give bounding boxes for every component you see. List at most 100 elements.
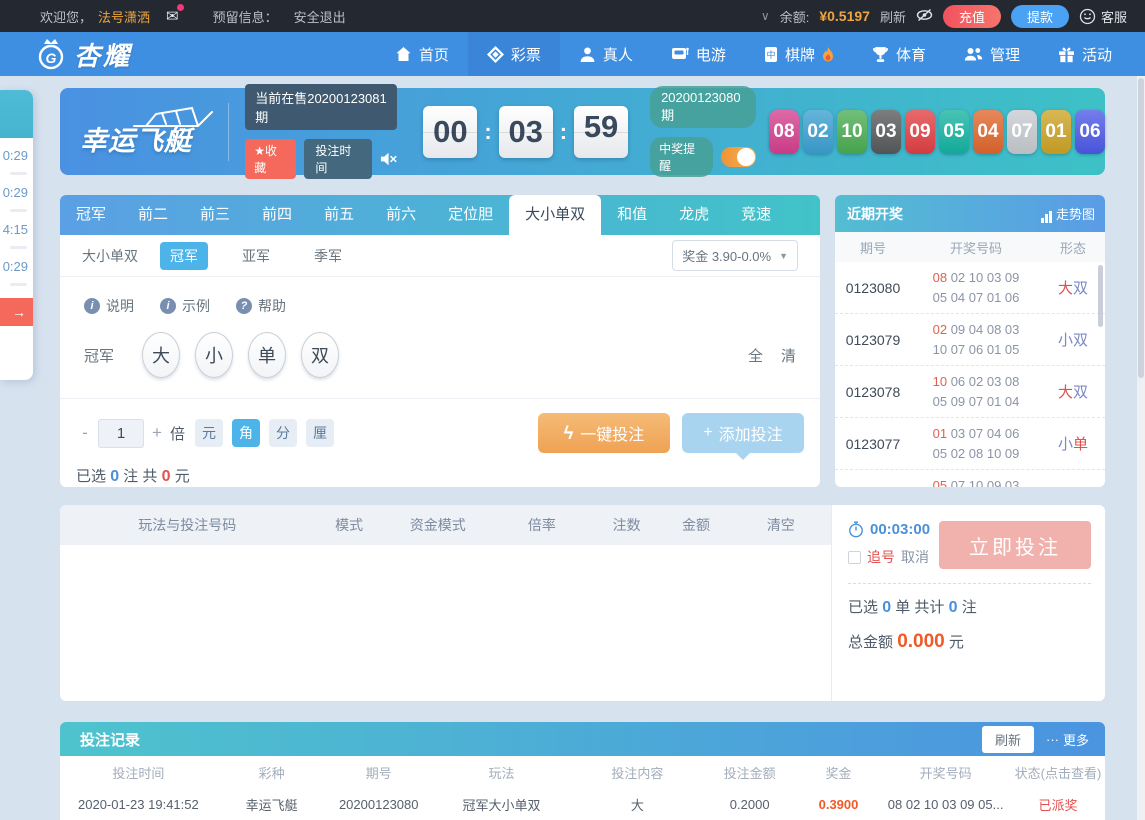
- username: 法号潇洒: [98, 7, 150, 26]
- countdown-time: 0:29: [0, 185, 33, 200]
- tab-guanjun[interactable]: 冠军: [60, 195, 122, 235]
- unit-fen[interactable]: 分: [269, 419, 297, 447]
- add-bet-button[interactable]: + 添加投注: [682, 413, 804, 453]
- eye-off-icon[interactable]: [916, 8, 933, 25]
- scrollbar-thumb[interactable]: [1138, 78, 1144, 378]
- tab-qian3[interactable]: 前三: [184, 195, 246, 235]
- result-ball: 07: [1007, 110, 1037, 154]
- select-all-button[interactable]: 全: [748, 345, 763, 366]
- record-game: 幸运飞艇: [217, 795, 327, 814]
- colon: :: [484, 119, 491, 145]
- quick-panel-item[interactable]: 4:15: [0, 212, 33, 249]
- tab-qian5[interactable]: 前五: [308, 195, 370, 235]
- tab-qian6[interactable]: 前六: [370, 195, 432, 235]
- position-champion[interactable]: 冠军: [160, 242, 208, 270]
- bet-slip-card: 玩法与投注号码 模式 资金模式 倍率 注数 金额 清空 00:03:00: [60, 505, 1105, 701]
- tab-qian4[interactable]: 前四: [246, 195, 308, 235]
- help-example[interactable]: i 示例: [160, 296, 210, 316]
- help-explain[interactable]: i 说明: [84, 296, 134, 316]
- home-icon: [395, 46, 412, 62]
- reserved-info-label: 预留信息：: [213, 7, 278, 26]
- option-odd[interactable]: 单: [248, 332, 286, 378]
- betting-card: 冠军 前二 前三 前四 前五 前六 定位胆 大小单双 和值 龙虎 竞速 大小单双…: [60, 195, 820, 487]
- panel-scrollbar[interactable]: [1098, 265, 1103, 327]
- countdown-flipclock: 00 : 03 : 59: [423, 106, 628, 158]
- records-refresh-button[interactable]: 刷新: [982, 726, 1034, 753]
- nav-item-lottery[interactable]: 彩票: [468, 32, 560, 76]
- favorite-button[interactable]: ★收藏: [245, 139, 296, 179]
- gift-icon: [1058, 46, 1075, 63]
- page-scrollbar[interactable]: [1137, 76, 1145, 820]
- result-ball: 02: [803, 110, 833, 154]
- quick-panel-item[interactable]: 0:29: [0, 249, 33, 286]
- mail-icon[interactable]: ✉: [166, 7, 179, 25]
- tab-longhu[interactable]: 龙虎: [663, 195, 725, 235]
- position-runnerup[interactable]: 亚军: [232, 242, 280, 270]
- quick-bet-button[interactable]: ϟ 一键投注: [538, 413, 670, 453]
- nav-item-promos[interactable]: 活动: [1039, 32, 1131, 76]
- record-status[interactable]: 已派奖: [1011, 795, 1105, 814]
- brand-logo[interactable]: G 杏耀: [34, 36, 132, 73]
- trend-chart-link[interactable]: 走势图: [1041, 204, 1095, 223]
- bonus-select[interactable]: 奖金 3.90-0.0% ▼: [672, 240, 798, 271]
- clear-button[interactable]: 清: [781, 345, 796, 366]
- unit-li[interactable]: 厘: [306, 419, 334, 447]
- panel-summary: 已选 0 单 共计 0 注: [848, 596, 1091, 617]
- pattern: 小双: [1041, 329, 1105, 350]
- mail-notification-dot: [177, 4, 184, 11]
- recent-draws-card: 近期开奖 走势图 期号 开奖号码 形态 0123080 08 02 10 03 …: [835, 195, 1105, 487]
- customer-service[interactable]: 客服: [1079, 7, 1127, 26]
- cancel-link[interactable]: 取消: [901, 547, 929, 567]
- countdown-minutes: 03: [499, 106, 553, 158]
- game-name: 幸运飞艇: [80, 119, 192, 158]
- unit-yuan[interactable]: 元: [195, 419, 223, 447]
- tab-hezhi[interactable]: 和值: [601, 195, 663, 235]
- nav-item-sports[interactable]: 体育: [853, 32, 945, 76]
- person-icon: [579, 46, 596, 63]
- option-even[interactable]: 双: [301, 332, 339, 378]
- quick-panel-item[interactable]: 0:29: [0, 175, 33, 212]
- option-small[interactable]: 小: [195, 332, 233, 378]
- record-content: 大: [572, 795, 703, 814]
- speaker-muted-icon[interactable]: [380, 151, 397, 167]
- tab-dingweidan[interactable]: 定位胆: [432, 195, 509, 235]
- service-label: 客服: [1101, 7, 1127, 26]
- recent-draws-list[interactable]: 0123080 08 02 10 03 09 05 04 07 01 06 大双…: [835, 262, 1105, 487]
- win-remind-toggle[interactable]: [721, 147, 756, 167]
- multiplier-minus[interactable]: -: [76, 423, 94, 443]
- refresh-balance-link[interactable]: 刷新: [880, 7, 906, 26]
- record-row[interactable]: 2020-01-23 19:41:52 幸运飞艇 20200123080 冠军大…: [60, 789, 1105, 820]
- nav-item-egames[interactable]: 电游: [652, 32, 745, 76]
- position-third[interactable]: 季军: [304, 242, 352, 270]
- recharge-button[interactable]: 充值: [943, 5, 1001, 28]
- chevron-down-icon[interactable]: ∨: [761, 9, 770, 23]
- multiplier-plus[interactable]: +: [148, 423, 166, 443]
- slot-machine-icon: [671, 46, 689, 62]
- tab-daxiaodanshuang[interactable]: 大小单双: [509, 195, 601, 235]
- help-help[interactable]: ? 帮助: [236, 296, 286, 316]
- logout-link[interactable]: 安全退出: [294, 7, 346, 26]
- lottery-quick-panel[interactable]: 0:29 0:29 4:15 0:29 →: [0, 90, 33, 380]
- chase-label[interactable]: 追号: [867, 547, 895, 567]
- nav-item-admin[interactable]: 管理: [945, 32, 1039, 76]
- topbar: 欢迎您， 法号潇洒 ✉ 预留信息： 安全退出 ∨ 余额: ¥0.5197 刷新 …: [0, 0, 1145, 32]
- unit-jiao[interactable]: 角: [232, 419, 260, 447]
- chase-checkbox[interactable]: [848, 551, 861, 564]
- option-big[interactable]: 大: [142, 332, 180, 378]
- bet-controls: - + 倍 元 角 分 厘 ϟ 一键投注 + 添加投注: [60, 398, 820, 453]
- hot-flame-icon: [822, 47, 834, 62]
- multiplier-input[interactable]: [98, 419, 144, 448]
- withdraw-button[interactable]: 提款: [1011, 5, 1069, 28]
- countdown-time: 0:29: [0, 148, 33, 163]
- tab-qian2[interactable]: 前二: [122, 195, 184, 235]
- panel-expand-button[interactable]: →: [0, 298, 33, 326]
- tab-jingsu[interactable]: 竞速: [725, 195, 787, 235]
- group-label: 大小单双: [82, 246, 138, 266]
- quick-panel-item[interactable]: 0:29: [0, 138, 33, 175]
- nav-item-home[interactable]: 首页: [376, 32, 468, 76]
- submit-bet-button[interactable]: 立即投注: [939, 521, 1091, 569]
- record-amount: 0.2000: [703, 797, 797, 812]
- records-more-link[interactable]: ··· 更多: [1046, 730, 1089, 749]
- nav-item-live[interactable]: 真人: [560, 32, 652, 76]
- nav-item-boardgames[interactable]: 中 棋牌: [745, 32, 853, 76]
